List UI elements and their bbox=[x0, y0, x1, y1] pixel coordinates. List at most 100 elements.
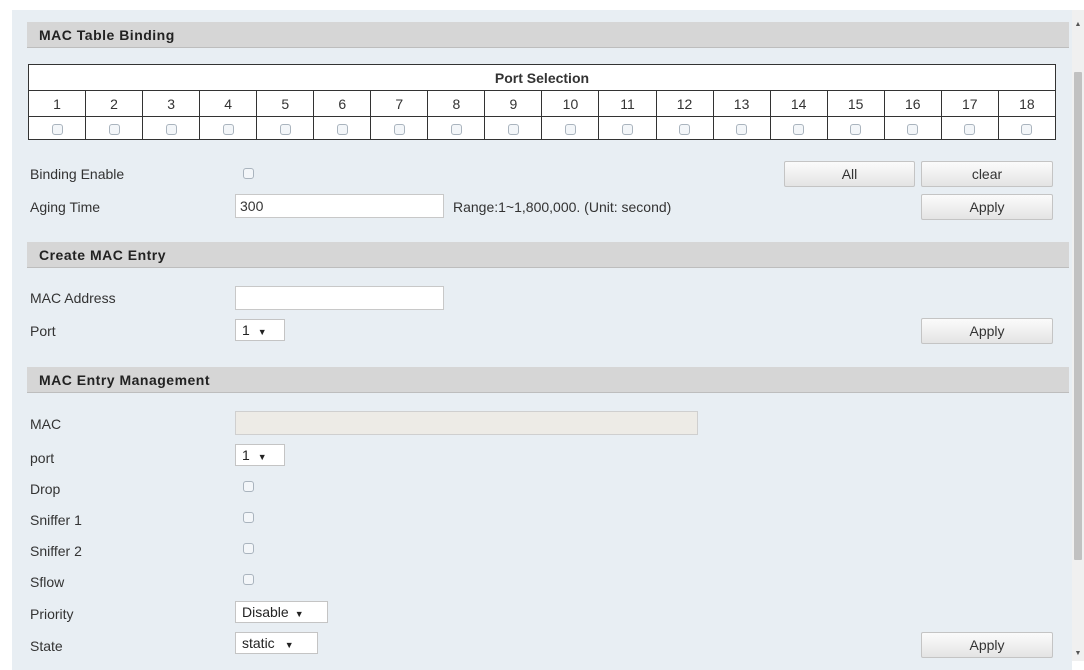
port-checkbox-15[interactable] bbox=[850, 123, 862, 135]
mac-address-input[interactable] bbox=[235, 286, 444, 310]
sniffer1-label: Sniffer 1 bbox=[30, 512, 82, 528]
management-apply-button[interactable]: Apply bbox=[921, 632, 1053, 658]
port-checkbox-12[interactable] bbox=[679, 123, 691, 135]
port-cell-3 bbox=[142, 116, 201, 140]
port-cell-2 bbox=[85, 116, 144, 140]
port-cell-16 bbox=[883, 116, 942, 140]
all-button[interactable]: All bbox=[784, 161, 915, 187]
port-number-16: 16 bbox=[883, 90, 942, 117]
binding-enable-label: Binding Enable bbox=[30, 166, 125, 182]
chevron-down-icon: ▼ bbox=[257, 327, 267, 337]
port-checkbox-6[interactable] bbox=[336, 123, 348, 135]
port-cell-9 bbox=[484, 116, 543, 140]
create-port-label: Port bbox=[30, 323, 56, 339]
port-number-12: 12 bbox=[655, 90, 714, 117]
mac-address-label: MAC Address bbox=[30, 290, 116, 306]
port-checkbox-16[interactable] bbox=[907, 123, 919, 135]
port-number-14: 14 bbox=[769, 90, 828, 117]
port-checkbox-18[interactable] bbox=[1021, 123, 1033, 135]
port-cell-18 bbox=[997, 116, 1057, 140]
port-cell-11 bbox=[598, 116, 657, 140]
sniffer1-checkbox[interactable] bbox=[243, 512, 254, 523]
port-cell-14 bbox=[769, 116, 828, 140]
port-number-18: 18 bbox=[997, 90, 1057, 117]
port-number-15: 15 bbox=[826, 90, 885, 117]
create-port-select-value: 1 bbox=[242, 322, 250, 338]
scroll-thumb[interactable] bbox=[1074, 72, 1082, 560]
management-port-select[interactable]: 1 ▼ bbox=[235, 444, 285, 466]
port-number-8: 8 bbox=[427, 90, 486, 117]
port-checkbox-13[interactable] bbox=[736, 123, 748, 135]
port-checkbox-7[interactable] bbox=[393, 123, 405, 135]
port-cell-1 bbox=[27, 116, 87, 140]
binding-apply-button[interactable]: Apply bbox=[921, 194, 1053, 220]
port-checkbox-9[interactable] bbox=[507, 123, 519, 135]
aging-time-input[interactable] bbox=[235, 194, 444, 218]
port-cell-12 bbox=[655, 116, 714, 140]
port-cell-15 bbox=[826, 116, 885, 140]
port-selection-header: Port Selection bbox=[28, 64, 1056, 91]
port-number-13: 13 bbox=[712, 90, 771, 117]
port-checkbox-14[interactable] bbox=[793, 123, 805, 135]
section-header-create-mac-entry: Create MAC Entry bbox=[27, 242, 1069, 268]
sflow-checkbox[interactable] bbox=[243, 574, 254, 585]
port-number-17: 17 bbox=[940, 90, 999, 117]
state-label: State bbox=[30, 638, 63, 654]
create-apply-button[interactable]: Apply bbox=[921, 318, 1053, 344]
top-bar bbox=[0, 0, 1084, 10]
chevron-down-icon: ▼ bbox=[294, 609, 304, 619]
section-header-mac-table-binding: MAC Table Binding bbox=[27, 22, 1069, 48]
chevron-down-icon: ▼ bbox=[284, 640, 294, 650]
priority-select[interactable]: Disable ▼ bbox=[235, 601, 328, 623]
drop-label: Drop bbox=[30, 481, 61, 497]
port-selection-table: Port Selection 1 2 3 4 5 6 7 8 9 10 11 12 13 14 15 16 17… bbox=[27, 64, 1057, 140]
port-cell-7 bbox=[370, 116, 429, 140]
state-select[interactable]: static ▼ bbox=[235, 632, 318, 654]
port-checkbox-5[interactable] bbox=[279, 123, 291, 135]
aging-time-range-hint: Range:1~1,800,000. (Unit: second) bbox=[453, 199, 672, 215]
mac-label: MAC bbox=[30, 416, 62, 432]
port-checkbox-10[interactable] bbox=[564, 123, 576, 135]
port-checkbox-3[interactable] bbox=[165, 123, 177, 135]
port-number-2: 2 bbox=[85, 90, 144, 117]
sniffer2-label: Sniffer 2 bbox=[30, 543, 82, 559]
port-checkbox-row bbox=[27, 116, 1057, 140]
port-number-10: 10 bbox=[541, 90, 600, 117]
port-number-5: 5 bbox=[256, 90, 315, 117]
port-number-4: 4 bbox=[199, 90, 258, 117]
port-checkbox-2[interactable] bbox=[108, 123, 120, 135]
management-port-select-value: 1 bbox=[242, 447, 250, 463]
chevron-down-icon: ▼ bbox=[257, 452, 267, 462]
port-number-7: 7 bbox=[370, 90, 429, 117]
port-checkbox-4[interactable] bbox=[222, 123, 234, 135]
priority-select-value: Disable bbox=[242, 604, 289, 620]
port-cell-8 bbox=[427, 116, 486, 140]
port-checkbox-17[interactable] bbox=[964, 123, 976, 135]
mac-input[interactable] bbox=[235, 411, 698, 435]
port-checkbox-11[interactable] bbox=[621, 123, 633, 135]
port-cell-17 bbox=[940, 116, 999, 140]
port-cell-5 bbox=[256, 116, 315, 140]
port-number-6: 6 bbox=[313, 90, 372, 117]
port-number-11: 11 bbox=[598, 90, 657, 117]
port-cell-13 bbox=[712, 116, 771, 140]
scroll-up-icon[interactable]: ▲ bbox=[1073, 20, 1083, 30]
create-port-select[interactable]: 1 ▼ bbox=[235, 319, 285, 341]
priority-label: Priority bbox=[30, 606, 74, 622]
port-checkbox-8[interactable] bbox=[450, 123, 462, 135]
port-number-row: 1 2 3 4 5 6 7 8 9 10 11 12 13 14 15 16 17 18 bbox=[27, 90, 1057, 117]
scroll-down-icon[interactable]: ▼ bbox=[1073, 649, 1083, 659]
port-cell-6 bbox=[313, 116, 372, 140]
port-cell-10 bbox=[541, 116, 600, 140]
state-select-value: static bbox=[242, 635, 275, 651]
drop-checkbox[interactable] bbox=[243, 481, 254, 492]
aging-time-label: Aging Time bbox=[30, 199, 101, 215]
port-number-3: 3 bbox=[142, 90, 201, 117]
port-checkbox-1[interactable] bbox=[51, 123, 63, 135]
sniffer2-checkbox[interactable] bbox=[243, 543, 254, 554]
vertical-scrollbar[interactable]: ▲ ▼ bbox=[1072, 10, 1084, 661]
clear-button[interactable]: clear bbox=[921, 161, 1053, 187]
port-number-9: 9 bbox=[484, 90, 543, 117]
section-header-mac-entry-management: MAC Entry Management bbox=[27, 367, 1069, 393]
binding-enable-checkbox[interactable] bbox=[243, 168, 254, 179]
